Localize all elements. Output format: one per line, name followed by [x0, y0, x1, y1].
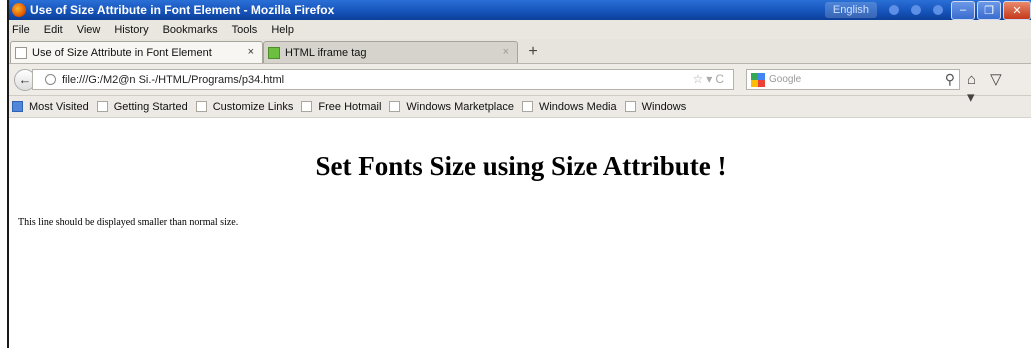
bookmark-free-hotmail[interactable]: Free Hotmail: [301, 101, 381, 113]
bookmark-label: Free Hotmail: [318, 100, 382, 113]
bookmark-windows-media[interactable]: Windows Media: [521, 100, 617, 113]
bookmark-windows-marketplace[interactable]: Windows Marketplace: [389, 101, 514, 113]
title-bar: Use of Size Attribute in Font Element - …: [9, 0, 1031, 20]
page-icon: [96, 101, 108, 112]
bookmark-star-icon[interactable]: ☆▾C: [693, 72, 727, 86]
title-bar-controls: English – ❐ ✕: [824, 0, 1031, 20]
page-heading: Set Fonts Size using Size Attribute !: [315, 151, 727, 181]
search-icon[interactable]: ⚲: [945, 71, 955, 88]
menu-view[interactable]: View: [77, 24, 101, 36]
bookmark-label: Most Visited: [29, 100, 89, 113]
new-tab-button[interactable]: +: [523, 43, 543, 61]
page-icon: [389, 101, 401, 112]
bookmark-windows[interactable]: Windows: [624, 100, 687, 113]
close-button[interactable]: ✕: [1003, 0, 1031, 20]
menu-edit[interactable]: Edit: [44, 24, 63, 36]
maximize-button[interactable]: ❐: [977, 0, 1001, 20]
bookmark-customize-links[interactable]: Customize Links: [195, 100, 294, 113]
minimize-button[interactable]: –: [951, 0, 975, 20]
bookmark-label: Windows: [641, 100, 687, 113]
language-indicator[interactable]: English: [824, 2, 877, 18]
tab-size-attribute[interactable]: Use of Size Attribute in Font Element ×: [10, 41, 263, 63]
menu-tools[interactable]: Tools: [232, 24, 258, 36]
bookmark-label: Getting Started: [113, 100, 188, 113]
tray-icon[interactable]: [933, 5, 943, 15]
home-icon[interactable]: ⌂: [967, 71, 976, 88]
bookmark-label: Windows Marketplace: [406, 100, 514, 113]
tab-bar: Use of Size Attribute in Font Element × …: [9, 39, 1031, 64]
page-icon: [624, 101, 636, 112]
tray-icon[interactable]: [911, 5, 921, 15]
url-text: file:///G:/M2@n Si.-/HTML/Programs/p34.h…: [62, 73, 285, 86]
bookmark-getting-started[interactable]: Getting Started: [96, 100, 188, 113]
page-icon: [301, 101, 313, 112]
menu-bookmarks[interactable]: Bookmarks: [163, 24, 218, 36]
page-paragraph: This line should be displayed smaller th…: [18, 217, 239, 228]
toolbar-icons: ⌂ ▽ ▾: [967, 70, 1031, 106]
tab-label: Use of Size Attribute in Font Element: [32, 46, 212, 59]
tab-label: HTML iframe tag: [285, 46, 367, 59]
window-title: Use of Size Attribute in Font Element - …: [30, 3, 335, 17]
bookmark-label: Windows Media: [538, 100, 617, 113]
menu-bar: File Edit View History Bookmarks Tools H…: [9, 20, 1031, 39]
page-icon: [521, 101, 533, 112]
page-icon: [195, 101, 207, 112]
search-input[interactable]: Google ⚲: [746, 69, 960, 90]
menu-history[interactable]: History: [114, 24, 148, 36]
tray-icon[interactable]: [889, 5, 899, 15]
menu-file[interactable]: File: [12, 24, 30, 36]
page-icon: [15, 46, 27, 59]
bookmark-label: Customize Links: [212, 100, 294, 113]
menu-arrow-icon[interactable]: ▾: [967, 88, 975, 106]
navigation-bar: ← file:///G:/M2@n Si.-/HTML/Programs/p34…: [9, 64, 1031, 106]
tab-close-icon[interactable]: ×: [248, 46, 254, 58]
tab-close-icon[interactable]: ×: [503, 46, 509, 58]
search-placeholder: Google: [769, 74, 802, 85]
folder-icon: [12, 101, 23, 112]
page-icon: [268, 46, 280, 59]
menu-help[interactable]: Help: [271, 24, 294, 36]
pocket-icon[interactable]: ▽: [990, 70, 1002, 88]
bookmarks-bar: Most Visited Getting Started Customize L…: [9, 96, 1031, 118]
google-icon[interactable]: [751, 72, 765, 87]
tab-iframe-tag[interactable]: HTML iframe tag ×: [263, 41, 518, 63]
globe-icon: [45, 74, 56, 85]
browser-window: Use of Size Attribute in Font Element - …: [7, 0, 1031, 348]
firefox-logo-icon: [12, 3, 26, 17]
url-bar[interactable]: file:///G:/M2@n Si.-/HTML/Programs/p34.h…: [32, 69, 734, 90]
bookmark-most-visited[interactable]: Most Visited: [12, 101, 89, 113]
